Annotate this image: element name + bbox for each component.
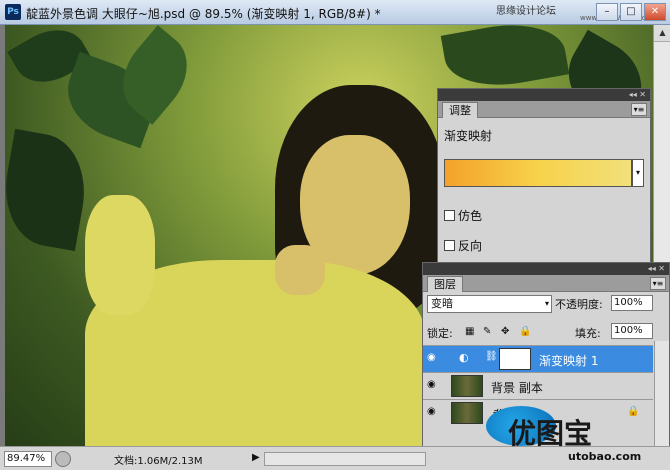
document-size: 文档:1.06M/2.13M — [114, 456, 203, 467]
lock-label: 锁定: — [427, 327, 453, 340]
opacity-label: 不透明度: — [555, 298, 603, 311]
tab-layers[interactable]: 图层 — [427, 276, 463, 292]
dither-checkbox[interactable]: 仿色 — [444, 207, 482, 224]
minimize-icon[interactable]: – — [596, 3, 618, 21]
scroll-up-icon[interactable]: ▲ — [654, 25, 670, 42]
zoom-input[interactable]: 89.47% — [4, 451, 52, 467]
chevron-down-icon[interactable]: ▾ — [632, 159, 644, 187]
layer-name: 背景 副本 — [491, 381, 543, 395]
chevron-down-icon: ▾ — [544, 299, 549, 308]
document-title: 靛蓝外景色调 大眼仔~旭.psd @ 89.5% (渐变映射 1, RGB/8#… — [26, 7, 381, 21]
visibility-eye-icon[interactable]: ◉ — [427, 407, 441, 417]
layer-row[interactable]: ◉ 背景 副本 — [423, 372, 653, 399]
link-icon: ⛓ — [485, 351, 498, 362]
navigator-icon[interactable] — [55, 451, 71, 467]
chevron-right-icon[interactable]: ▶ — [252, 452, 260, 463]
blend-mode-value: 变暗 — [431, 297, 453, 310]
opacity-input[interactable]: 100% — [611, 295, 653, 311]
panel-collapse-icon[interactable]: ◂◂ ✕ — [423, 263, 669, 275]
lock-icon: 🔒 — [627, 406, 640, 417]
photoshop-icon: Ps — [5, 4, 21, 20]
panel-menu-icon[interactable]: ▾≡ — [631, 103, 647, 116]
lock-all-icon[interactable]: 🔒 — [519, 327, 531, 337]
fill-label: 填充: — [575, 327, 601, 340]
layer-row[interactable]: ◉ ◐ ⛓ 渐变映射 1 — [423, 345, 653, 372]
visibility-eye-icon[interactable]: ◉ — [427, 380, 441, 390]
brand-url: utobao.com — [568, 450, 642, 463]
gradient-picker[interactable] — [444, 159, 632, 187]
panel-collapse-icon[interactable]: ◂◂ ✕ — [438, 89, 650, 101]
panel-menu-icon[interactable]: ▾≡ — [650, 277, 666, 290]
reverse-checkbox[interactable]: 反向 — [444, 237, 482, 254]
dither-label: 仿色 — [458, 209, 483, 223]
layer-thumbnail — [451, 402, 483, 424]
tab-adjustments[interactable]: 调整 — [442, 102, 478, 118]
watermark-text: 思缘设计论坛 — [496, 6, 556, 17]
brand-logo-text: 优图宝 — [508, 417, 593, 450]
layer-name: 渐变映射 1 — [539, 354, 599, 368]
title-bar: Ps 靛蓝外景色调 大眼仔~旭.psd @ 89.5% (渐变映射 1, RGB… — [0, 0, 670, 25]
lock-move-icon[interactable]: ✥ — [501, 327, 511, 337]
reverse-label: 反向 — [458, 239, 483, 253]
blend-mode-select[interactable]: 变暗 ▾ — [427, 295, 552, 313]
checkbox-icon[interactable] — [444, 210, 455, 221]
close-icon[interactable]: ✕ — [644, 3, 666, 21]
checkbox-icon[interactable] — [444, 240, 455, 251]
lock-transparency-icon[interactable]: ▦ — [465, 327, 475, 337]
adjustment-name: 渐变映射 — [444, 129, 493, 143]
adjustment-layer-icon: ◐ — [459, 351, 469, 364]
adjustments-panel: ◂◂ ✕ 调整 ▾≡ 渐变映射 ▾ 仿色 反向 — [437, 88, 651, 265]
fill-input[interactable]: 100% — [611, 323, 653, 339]
visibility-eye-icon[interactable]: ◉ — [427, 353, 441, 363]
layer-mask-thumbnail — [499, 348, 531, 370]
lock-brush-icon[interactable]: ✎ — [483, 327, 493, 337]
layer-thumbnail — [451, 375, 483, 397]
horizontal-scrollbar[interactable] — [264, 452, 426, 466]
layers-scrollbar[interactable] — [654, 341, 669, 449]
maximize-icon[interactable]: □ — [620, 3, 642, 21]
